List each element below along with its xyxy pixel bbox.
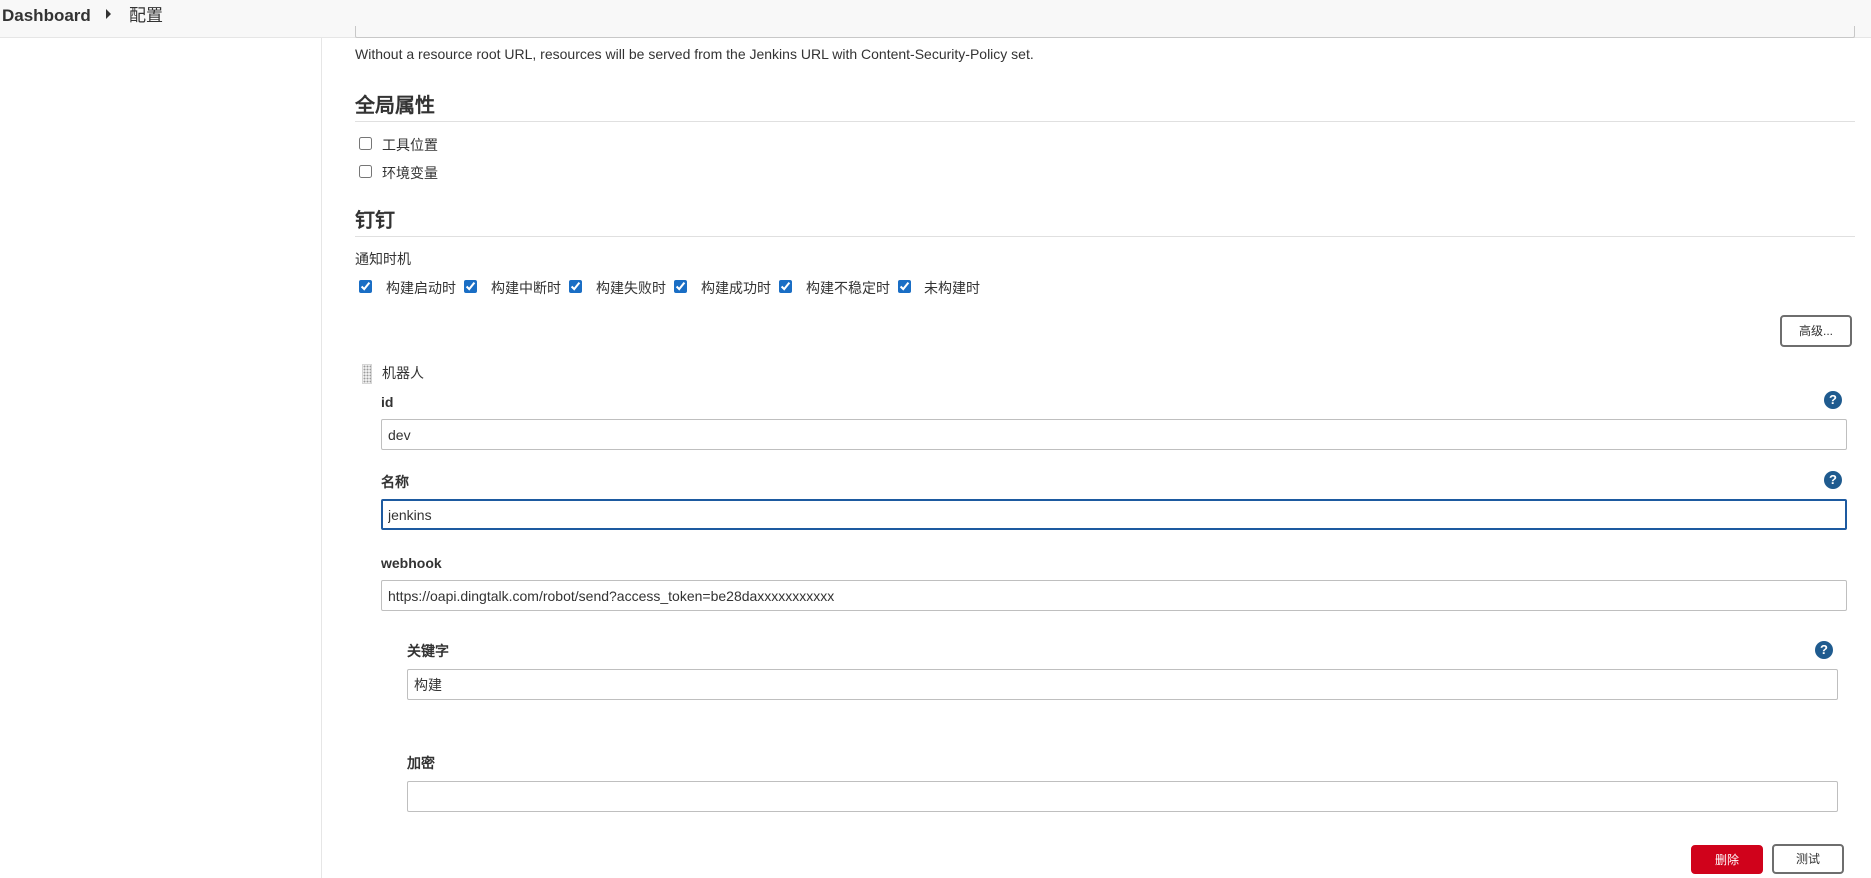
name-label: 名称 [381,474,409,490]
notify-success-checkbox[interactable] [674,280,687,293]
id-help-icon[interactable]: ? [1824,391,1842,409]
dingtalk-title: 钉钉 [355,210,395,232]
webhook-input[interactable] [381,580,1847,611]
notify-success-label: 构建成功时 [701,280,771,296]
notify-failure-checkbox[interactable] [569,280,582,293]
section-divider [355,121,1855,122]
delete-button[interactable]: 删除 [1691,845,1763,874]
name-help-icon[interactable]: ? [1824,471,1842,489]
secret-label: 加密 [407,755,435,771]
notify-timing-label: 通知时机 [355,251,411,267]
robot-header: 机器人 [382,365,424,381]
notify-aborted-checkbox[interactable] [464,280,477,293]
resource-root-url-input[interactable] [355,26,1855,38]
breadcrumb-dashboard-link[interactable]: Dashboard [2,5,91,27]
resource-root-help-text: Without a resource root URL, resources w… [355,46,1034,62]
env-variables-label: 环境变量 [382,165,438,181]
secret-input[interactable] [407,781,1838,812]
id-input[interactable] [381,419,1847,450]
webhook-label: webhook [381,555,442,571]
tool-locations-checkbox[interactable] [359,137,372,150]
notify-not-built-checkbox[interactable] [898,280,911,293]
tool-locations-label: 工具位置 [382,137,438,153]
env-variables-checkbox[interactable] [359,165,372,178]
side-panel [0,38,322,878]
drag-handle-icon[interactable] [362,364,372,384]
notify-start-label: 构建启动时 [386,280,456,296]
section-divider [355,236,1855,237]
notify-unstable-checkbox[interactable] [779,280,792,293]
notify-failure-label: 构建失败时 [596,280,666,296]
name-input[interactable] [381,499,1847,530]
keyword-label: 关键字 [407,643,449,659]
advanced-button[interactable]: 高级... [1780,315,1852,347]
test-button[interactable]: 测试 [1772,844,1844,874]
notify-start-checkbox[interactable] [359,280,372,293]
breadcrumb-chevron-right-icon[interactable] [106,9,111,19]
global-properties-title: 全局属性 [355,95,435,117]
keyword-input[interactable] [407,669,1838,700]
breadcrumb-current: 配置 [129,6,163,25]
notify-aborted-label: 构建中断时 [491,280,561,296]
notify-not-built-label: 未构建时 [924,280,980,296]
notify-unstable-label: 构建不稳定时 [806,280,890,296]
keyword-help-icon[interactable]: ? [1815,641,1833,659]
id-label: id [381,394,394,410]
